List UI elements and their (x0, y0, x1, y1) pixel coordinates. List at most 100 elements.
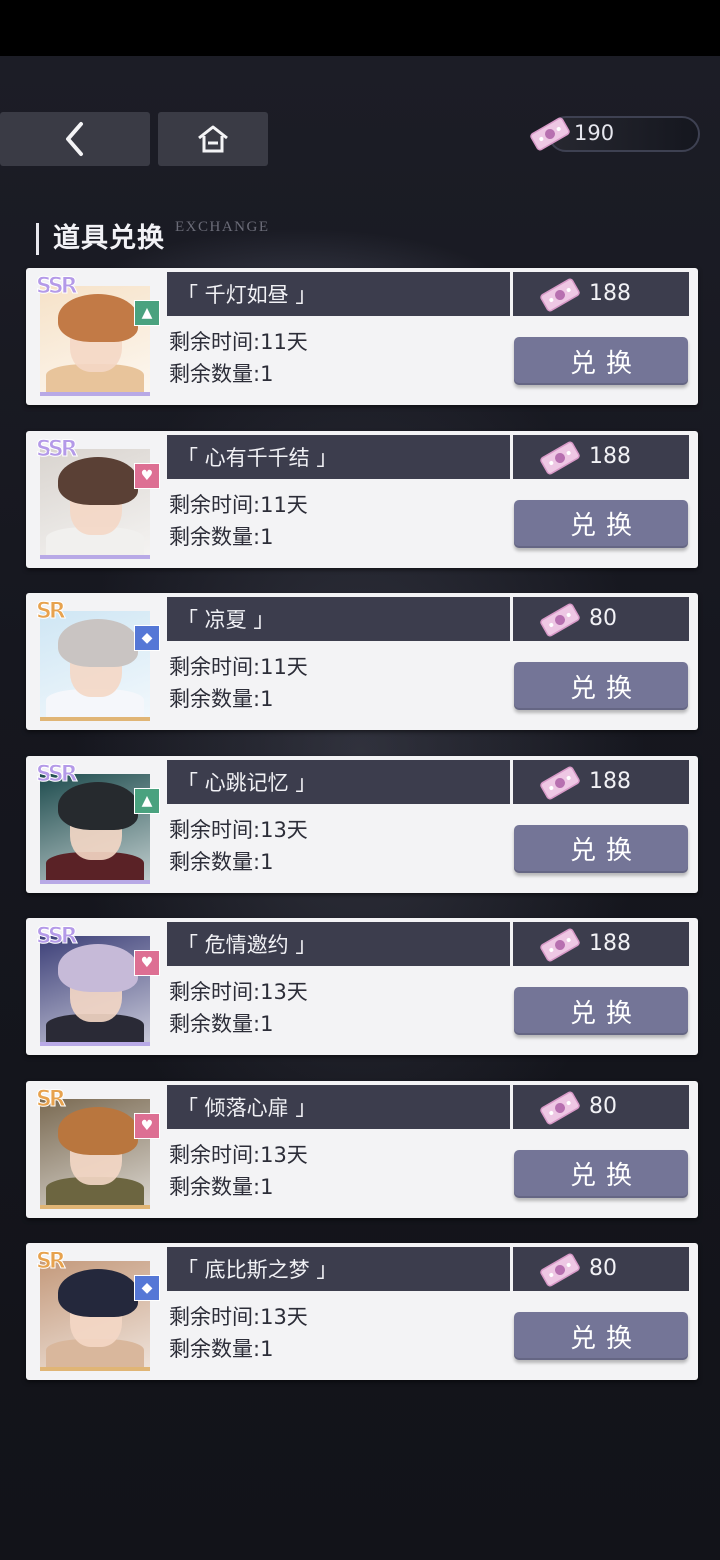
exchange-button[interactable]: 兑换 (514, 1149, 688, 1198)
remaining-quantity-value: 1 (260, 849, 274, 874)
exchange-item-card: SSR ▲ 「 心跳记忆 」 188 剩余时间:13天 剩余数量:1 兑换 (26, 755, 698, 893)
exchange-item-card: SR ◆ 「 底比斯之梦 」 80 剩余时间:13天 剩余数量:1 兑换 (26, 1243, 698, 1380)
section-divider (36, 223, 39, 255)
pink-ticket-icon (540, 603, 580, 637)
exchange-button[interactable]: 兑换 (514, 499, 688, 548)
card-portrait[interactable]: SSR ▲ (36, 274, 160, 396)
remaining-quantity-value: 1 (260, 362, 274, 386)
rarity-badge: SR (36, 1249, 67, 1275)
item-name: 「 倾落心扉 」 (167, 1084, 510, 1129)
remaining-quantity: 剩余数量:1 (169, 358, 273, 388)
remaining-time-value: 13天 (260, 980, 308, 1004)
rarity-badge: SSR (36, 274, 79, 300)
card-portrait[interactable]: SSR ♥ (36, 436, 160, 559)
remaining-quantity-label: 剩余数量: (169, 524, 261, 549)
exchange-item-card: SR ♥ 「 倾落心扉 」 80 剩余时间:13天 剩余数量:1 兑换 (26, 1080, 698, 1218)
exchange-item-card: SSR ▲ 「 千灯如昼 」 188 剩余时间:11天 剩余数量:1 兑换 (26, 268, 698, 405)
remaining-quantity: 剩余数量:1 (169, 1171, 273, 1201)
price-value: 80 (589, 1093, 617, 1119)
remaining-quantity-value: 1 (260, 1174, 274, 1199)
remaining-time: 剩余时间:11天 (169, 326, 308, 356)
exchange-button[interactable]: 兑换 (514, 1312, 688, 1360)
currency-display: 190 (528, 116, 700, 152)
card-portrait[interactable]: SR ♥ (36, 1086, 160, 1209)
back-button[interactable] (0, 112, 150, 166)
remaining-quantity: 剩余数量:1 (169, 846, 273, 876)
item-price: 80 (513, 597, 689, 641)
section-title: 道具兑换 EXCHANGE (36, 215, 270, 255)
rarity-badge: SSR (36, 761, 79, 787)
remaining-time-value: 13天 (260, 817, 308, 842)
status-bar (0, 0, 720, 56)
remaining-time-label: 剩余时间: (169, 1305, 261, 1329)
pink-heart-icon: ♥ (134, 1112, 160, 1139)
chevron-left-icon (66, 122, 83, 156)
item-price: 188 (513, 759, 689, 804)
home-icon (198, 125, 228, 153)
exchange-button[interactable]: 兑换 (514, 662, 688, 710)
remaining-time: 剩余时间:13天 (169, 1301, 308, 1331)
remaining-quantity-label: 剩余数量: (169, 1337, 261, 1361)
price-value: 188 (589, 931, 631, 956)
pink-ticket-icon (540, 766, 580, 799)
card-portrait[interactable]: SR ◆ (36, 599, 160, 721)
remaining-time-label: 剩余时间: (169, 655, 261, 679)
exchange-item-card: SR ◆ 「 凉夏 」 80 剩余时间:11天 剩余数量:1 兑换 (26, 593, 698, 730)
item-name: 「 心有千千结 」 (167, 434, 510, 479)
remaining-quantity: 剩余数量:1 (169, 683, 273, 713)
remaining-quantity-value: 1 (260, 687, 274, 711)
remaining-quantity-label: 剩余数量: (169, 687, 261, 711)
rarity-badge: SR (36, 1086, 67, 1112)
rarity-badge: SSR (36, 436, 79, 462)
remaining-time: 剩余时间:13天 (169, 814, 308, 844)
price-value: 188 (589, 443, 631, 469)
remaining-time-label: 剩余时间: (169, 1142, 261, 1167)
remaining-quantity-label: 剩余数量: (169, 849, 261, 874)
pink-ticket-icon (530, 117, 570, 151)
remaining-time: 剩余时间:13天 (169, 976, 308, 1006)
pink-ticket-icon (540, 1253, 580, 1287)
exchange-button[interactable]: 兑换 (514, 824, 688, 873)
item-name: 「 凉夏 」 (167, 597, 510, 641)
remaining-quantity-label: 剩余数量: (169, 362, 261, 386)
item-price: 80 (513, 1084, 689, 1129)
item-price: 188 (513, 272, 689, 316)
remaining-quantity-value: 1 (260, 1337, 274, 1361)
remaining-time: 剩余时间:11天 (169, 651, 308, 681)
remaining-quantity: 剩余数量:1 (169, 1333, 273, 1363)
remaining-quantity-label: 剩余数量: (169, 1174, 261, 1199)
rarity-badge: SR (36, 599, 67, 625)
blue-diamond-icon: ◆ (134, 625, 160, 651)
remaining-quantity-value: 1 (260, 524, 274, 549)
pink-ticket-icon (540, 928, 580, 962)
remaining-time-label: 剩余时间: (169, 330, 261, 354)
remaining-time-value: 11天 (260, 492, 308, 517)
card-portrait[interactable]: SR ◆ (36, 1249, 160, 1371)
remaining-quantity-value: 1 (260, 1012, 274, 1036)
pink-ticket-icon (540, 1091, 580, 1124)
remaining-time-value: 13天 (260, 1305, 308, 1329)
exchange-button[interactable]: 兑换 (514, 337, 688, 385)
price-value: 80 (589, 606, 617, 631)
remaining-time: 剩余时间:13天 (169, 1139, 308, 1169)
remaining-quantity: 剩余数量:1 (169, 521, 273, 551)
price-value: 188 (589, 768, 631, 794)
blue-diamond-icon: ◆ (134, 1275, 160, 1301)
card-portrait[interactable]: SSR ▲ (36, 761, 160, 884)
pink-ticket-icon (540, 441, 580, 474)
price-value: 80 (589, 1256, 617, 1281)
currency-value: 190 (574, 121, 615, 145)
item-name: 「 危情邀约 」 (167, 922, 510, 966)
card-portrait[interactable]: SSR ♥ (36, 924, 160, 1046)
remaining-time-value: 11天 (260, 655, 308, 679)
exchange-item-card: SSR ♥ 「 心有千千结 」 188 剩余时间:11天 剩余数量:1 兑换 (26, 430, 698, 568)
pink-ticket-icon (540, 278, 580, 312)
remaining-quantity: 剩余数量:1 (169, 1008, 273, 1038)
item-name: 「 千灯如昼 」 (167, 272, 510, 316)
rarity-badge: SSR (36, 924, 79, 950)
item-price: 80 (513, 1247, 689, 1291)
section-title-text: 道具兑换 (53, 223, 165, 254)
item-price: 188 (513, 922, 689, 966)
exchange-button[interactable]: 兑换 (514, 987, 688, 1035)
home-button[interactable] (158, 112, 268, 166)
